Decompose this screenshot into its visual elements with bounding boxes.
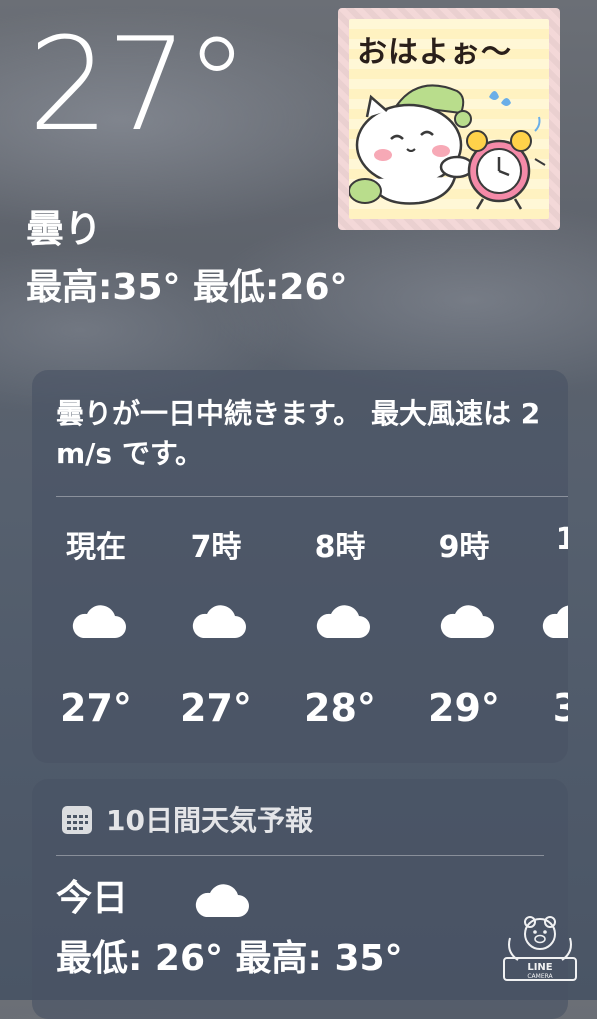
ten-day-header: 10日間天気予報 (60, 799, 313, 839)
hourly-divider (56, 496, 568, 497)
current-temperature: 27° (28, 11, 249, 160)
hour-label: 7時 (190, 530, 242, 565)
day-temperature-range: 最低: 26° 最高: 35° (56, 938, 403, 979)
cloud-icon (316, 605, 370, 638)
good-morning-sticker: おはよぉ〜 (338, 8, 560, 230)
sticker-text: おはよぉ〜 (357, 35, 512, 70)
cloud-icon (192, 605, 246, 638)
calendar-icon (62, 806, 92, 834)
watermark-line-text: LINE (527, 962, 552, 973)
sticker-inner: おはよぉ〜 (349, 19, 549, 219)
forecast-summary: 曇りが一日中続きます。 最大風速は 2 m/s です。 (56, 397, 541, 470)
daily-divider (56, 855, 544, 856)
ten-day-forecast-card[interactable]: 10日間天気予報 今日 最低: 26° 最高: 35° (32, 779, 568, 1019)
current-condition: 曇り (26, 207, 103, 251)
watermark-camera-text: CAMERA (527, 973, 553, 980)
hourly-forecast-card[interactable]: 曇りが一日中続きます。 最大風速は 2 m/s です。 現在 27° 7時 27… (32, 370, 568, 763)
hour-temperature: 27° (60, 686, 132, 730)
hour-label: 現在 (66, 530, 126, 565)
hour-label: 1 (555, 522, 568, 557)
hour-label: 8時 (314, 530, 366, 565)
cloud-icon (195, 884, 249, 917)
hour-temperature: 28° (304, 686, 376, 730)
line-camera-watermark-logo: LINE CAMERA (503, 916, 577, 981)
cloud-icon (72, 605, 126, 638)
hour-temperature: 27° (180, 686, 252, 730)
ten-day-title: 10日間天気予報 (106, 804, 313, 837)
cloud-icon (440, 605, 494, 638)
hour-temperature: 3 (552, 686, 568, 730)
cloud-icon (542, 605, 568, 638)
cat-alarm-clock-illustration (349, 84, 546, 210)
day-name: 今日 (56, 878, 129, 919)
high-low-temperature: 最高:35° 最低:26° (26, 267, 348, 308)
